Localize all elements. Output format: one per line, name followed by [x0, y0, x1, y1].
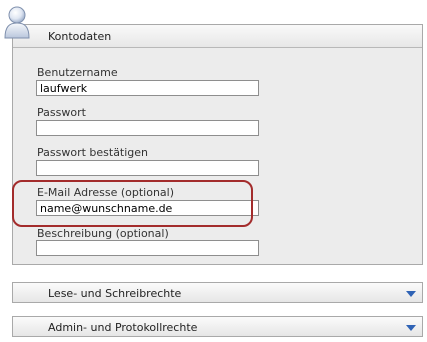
section-read-write-rights[interactable]: Lese- und Schreibrechte [12, 282, 423, 303]
username-label: Benutzername [37, 66, 118, 79]
account-panel-title: Kontodaten [48, 30, 112, 43]
password-confirm-input[interactable] [36, 160, 259, 176]
user-icon [4, 6, 30, 39]
password-confirm-label: Passwort bestätigen [37, 146, 149, 159]
section-admin-log-rights[interactable]: Admin- und Protokollrechte [12, 316, 423, 337]
email-input[interactable] [36, 200, 259, 216]
password-input[interactable] [36, 120, 259, 136]
section-admin-log-rights-label: Admin- und Protokollrechte [48, 321, 198, 334]
account-panel: Kontodaten Benutzername Passwort Passwor… [12, 24, 423, 265]
password-label: Passwort [37, 106, 86, 119]
chevron-down-icon[interactable] [406, 291, 416, 297]
description-input[interactable] [36, 240, 259, 256]
description-label: Beschreibung (optional) [37, 227, 169, 240]
chevron-down-icon[interactable] [406, 325, 416, 331]
section-read-write-rights-label: Lese- und Schreibrechte [48, 287, 182, 300]
username-input[interactable] [36, 80, 259, 96]
email-label: E-Mail Adresse (optional) [37, 186, 175, 199]
account-panel-header: Kontodaten [13, 25, 422, 48]
